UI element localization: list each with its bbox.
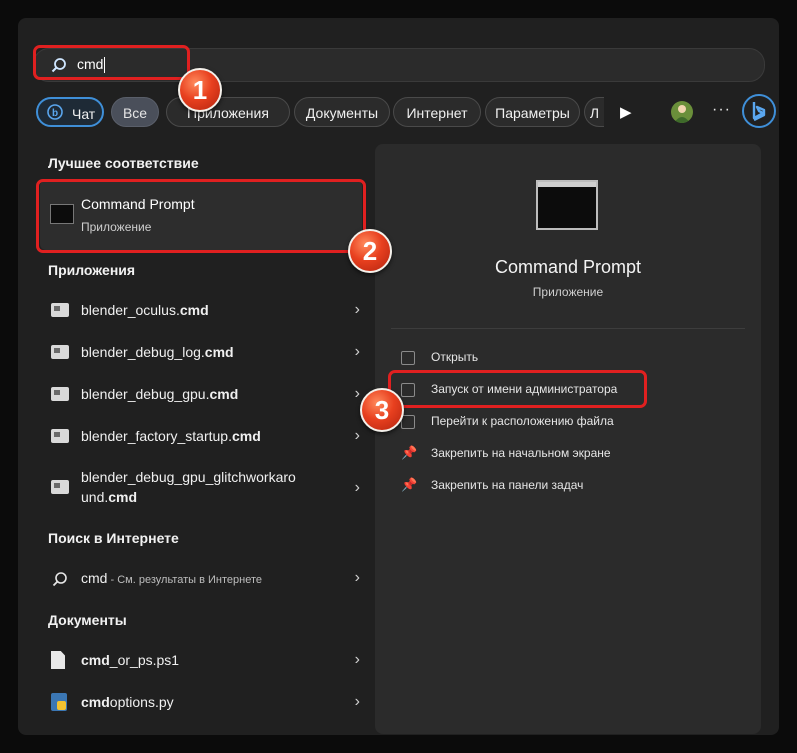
more-options-icon[interactable]: ··· [712, 101, 731, 119]
chevron-right-icon: › [354, 479, 360, 496]
preview-title: Command Prompt [494, 257, 642, 277]
chevron-right-icon: › [354, 427, 360, 444]
filter-chat-label: Чат [72, 106, 96, 122]
filter-chat[interactable]: b Чат [36, 97, 104, 127]
list-item-label: blender_debug_gpu_glitchworkaro und.cmd [81, 469, 296, 505]
script-file-icon [51, 387, 69, 401]
step-marker-3: 3 [360, 388, 404, 432]
pin-icon: 📌 [401, 445, 418, 460]
filter-partial-label: Л [589, 105, 600, 121]
apps-header: Приложения [48, 262, 136, 278]
script-file-icon [51, 303, 69, 317]
filter-documents-label: Документы [305, 105, 379, 121]
highlight-search [33, 45, 190, 80]
divider [391, 328, 745, 329]
folder-icon [401, 415, 415, 429]
preview-subtitle: Приложение [532, 285, 604, 299]
web-search-label: cmd - См. результаты в Интернете [81, 570, 262, 586]
scroll-filters-icon[interactable]: ▶ [620, 103, 632, 121]
best-match-header: Лучшее соответствие [48, 155, 199, 171]
filter-settings-label: Параметры [495, 105, 570, 121]
chevron-right-icon: › [354, 385, 360, 402]
filter-partial[interactable]: Л [584, 97, 604, 127]
python-file-icon [51, 693, 67, 711]
list-item[interactable]: blender_debug_log.cmd › [40, 334, 362, 372]
chevron-right-icon: › [354, 693, 360, 710]
filter-bar: b Чат Все Приложения Документы Интернет … [36, 94, 776, 129]
script-file-icon [51, 480, 69, 494]
step-marker-1: 1 [178, 68, 222, 112]
chevron-right-icon: › [354, 569, 360, 586]
preview-pane: Command Prompt Приложение Открыть Запуск… [375, 144, 761, 734]
bing-icon: b [47, 104, 63, 120]
user-avatar-icon [674, 105, 690, 123]
documents-header: Документы [48, 612, 127, 628]
svg-text:b: b [52, 108, 58, 119]
document-icon [51, 651, 65, 669]
filter-internet-label: Интернет [406, 105, 468, 121]
list-item[interactable]: blender_oculus.cmd › [40, 292, 362, 330]
action-pin-taskbar-label: Закрепить на панели задач [431, 478, 584, 492]
list-item-label: blender_oculus.cmd [81, 302, 209, 318]
command-prompt-large-icon [536, 180, 598, 230]
action-open-file-location-label: Перейти к расположению файла [431, 414, 614, 428]
chevron-right-icon: › [354, 343, 360, 360]
list-item-label: cmdoptions.py [81, 694, 174, 710]
bing-chat-button[interactable] [742, 94, 776, 128]
web-search-header: Поиск в Интернете [48, 530, 179, 546]
highlight-best-match [36, 179, 366, 253]
filter-internet[interactable]: Интернет [393, 97, 481, 127]
search-icon [52, 572, 67, 587]
filter-settings[interactable]: Параметры [485, 97, 580, 127]
action-open-label: Открыть [431, 350, 479, 364]
avatar[interactable] [671, 101, 693, 123]
script-file-icon [51, 429, 69, 443]
web-search-item[interactable]: cmd - См. результаты в Интернете › [40, 560, 362, 598]
list-item[interactable]: blender_debug_gpu.cmd › [40, 376, 362, 414]
list-item[interactable]: blender_factory_startup.cmd › [40, 418, 362, 456]
list-item-label: blender_factory_startup.cmd [81, 428, 261, 444]
filter-all-label: Все [122, 105, 148, 121]
filter-documents[interactable]: Документы [294, 97, 390, 127]
bing-logo-icon [752, 102, 766, 122]
chevron-right-icon: › [354, 301, 360, 318]
list-item-label: blender_debug_gpu.cmd [81, 386, 239, 402]
open-icon [401, 351, 415, 365]
highlight-run-as-admin [388, 370, 647, 408]
chevron-right-icon: › [354, 651, 360, 668]
filter-all[interactable]: Все [111, 97, 159, 127]
script-file-icon [51, 345, 69, 359]
pin-icon: 📌 [401, 477, 418, 492]
list-item[interactable]: cmdoptions.py › [40, 684, 362, 722]
list-item-label: blender_debug_log.cmd [81, 344, 234, 360]
list-item[interactable]: cmd_or_ps.ps1 › [40, 642, 362, 680]
list-item-label: cmd_or_ps.ps1 [81, 652, 180, 668]
step-marker-2: 2 [348, 229, 392, 273]
action-pin-start-label: Закрепить на начальном экране [431, 446, 611, 460]
list-item[interactable]: blender_debug_gpu_glitchworkaro und.cmd … [40, 461, 362, 515]
